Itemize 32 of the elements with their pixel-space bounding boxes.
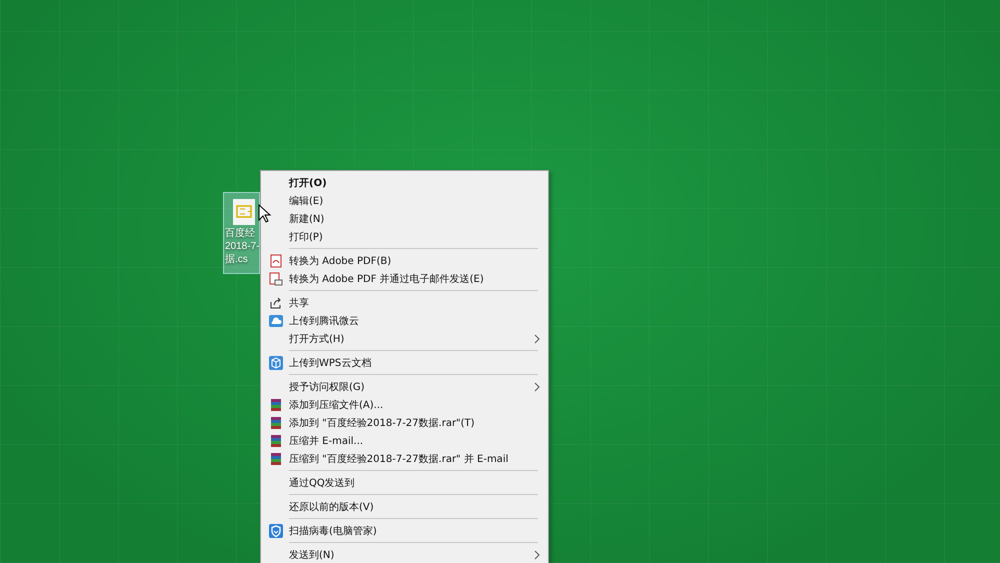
menu-item[interactable]: 上传到腾讯微云 [263, 312, 546, 330]
pdf-icon [269, 254, 283, 268]
books-icon [269, 416, 283, 430]
books-icon [269, 434, 283, 448]
menu-item[interactable]: 转换为 Adobe PDF(B) [263, 252, 546, 270]
menu-item[interactable]: 打印(P) [263, 228, 546, 246]
menu-item[interactable]: 通过QQ发送到 [263, 474, 546, 492]
menu-item[interactable]: 扫描病毒(电脑管家) [263, 522, 546, 540]
menu-item[interactable]: 授予访问权限(G) [263, 378, 546, 396]
menu-item[interactable]: 编辑(E) [263, 192, 546, 210]
file-name: 2018-7- [225, 240, 260, 253]
menu-item[interactable]: 打开方式(H) [263, 330, 546, 348]
menu-item[interactable]: 转换为 Adobe PDF 并通过电子邮件发送(E) [263, 270, 546, 288]
menu-item[interactable]: 发送到(N) [263, 546, 546, 563]
books-icon [269, 452, 283, 466]
menu-item[interactable]: 还原以前的版本(V) [263, 498, 546, 516]
menu-item[interactable]: 添加到 "百度经验2018-7-27数据.rar"(T) [263, 414, 546, 432]
menu-item[interactable]: 上传到WPS云文档 [263, 354, 546, 372]
cursor-icon [258, 204, 272, 224]
file-name: 百度经 [225, 227, 255, 240]
menu-item[interactable]: 打开(O) [263, 174, 546, 192]
file-name: 据.cs [225, 253, 248, 266]
cloud-icon [269, 314, 283, 328]
pdf-mail-icon [269, 272, 283, 286]
menu-item[interactable]: 压缩并 E-mail... [263, 432, 546, 450]
box-icon [269, 356, 283, 370]
share-icon [269, 296, 283, 310]
books-icon [269, 398, 283, 412]
menu-item[interactable]: 添加到压缩文件(A)... [263, 396, 546, 414]
menu-item[interactable]: 压缩到 "百度经验2018-7-27数据.rar" 并 E-mail [263, 450, 546, 468]
menu-item[interactable]: 共享 [263, 294, 546, 312]
shield-icon [269, 524, 283, 538]
